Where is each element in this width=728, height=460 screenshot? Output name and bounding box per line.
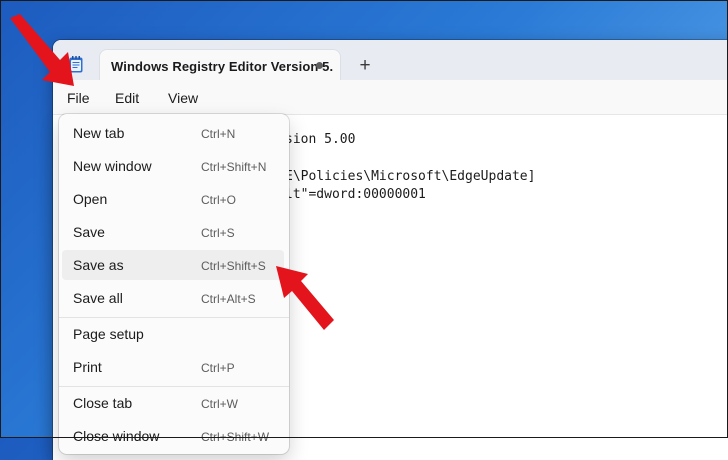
menu-item-open[interactable]: Open Ctrl+O (62, 184, 284, 214)
menu-item-page-setup[interactable]: Page setup (62, 319, 284, 349)
menu-item-label: Save (73, 224, 105, 240)
menu-item-shortcut: Ctrl+P (201, 361, 235, 375)
menu-separator (59, 386, 289, 387)
menu-item-new-tab[interactable]: New tab Ctrl+N (62, 118, 284, 148)
menu-item-label: New window (73, 158, 152, 174)
menu-item-shortcut: Ctrl+S (201, 226, 235, 240)
editor-line-3: lt"=dword:00000001 (285, 187, 426, 202)
menu-separator (59, 317, 289, 318)
menu-item-shortcut: Ctrl+W (201, 397, 238, 411)
menu-item-label: Close window (73, 428, 160, 444)
tab-title: Windows Registry Editor Version 5. (111, 59, 334, 74)
annotation-arrow-save-as-icon (276, 266, 334, 330)
menu-item-close-tab[interactable]: Close tab Ctrl+W (62, 388, 284, 418)
menu-item-shortcut: Ctrl+Alt+S (201, 292, 256, 306)
file-menu-dropdown: New tab Ctrl+N New window Ctrl+Shift+N O… (59, 114, 289, 454)
menu-item-shortcut: Ctrl+N (201, 127, 236, 141)
tab-document[interactable]: Windows Registry Editor Version 5. (100, 50, 340, 82)
menu-item-print[interactable]: Print Ctrl+P (62, 352, 284, 382)
modified-dot-icon[interactable] (316, 62, 323, 69)
menu-edit[interactable]: Edit (115, 90, 139, 106)
menu-item-new-window[interactable]: New window Ctrl+Shift+N (62, 151, 284, 181)
annotation-arrow-file-icon (10, 14, 74, 86)
menu-item-shortcut: Ctrl+O (201, 193, 237, 207)
menu-item-label: Page setup (73, 326, 144, 342)
menu-item-save-as[interactable]: Save as Ctrl+Shift+S (62, 250, 284, 280)
menu-item-label: Save as (73, 257, 124, 273)
title-bar: Windows Registry Editor Version 5. + (53, 40, 728, 82)
menu-item-label: Save all (73, 290, 123, 306)
menu-item-label: Close tab (73, 395, 133, 411)
menu-item-label: Print (73, 359, 102, 375)
menu-item-label: New tab (73, 125, 125, 141)
editor-line-2: E\Policies\Microsoft\EdgeUpdate] (285, 169, 536, 184)
menu-item-save[interactable]: Save Ctrl+S (62, 217, 284, 247)
menu-bar: File Edit View (53, 80, 728, 114)
editor-line-1: sion 5.00 (285, 132, 356, 147)
menu-item-close-window[interactable]: Close window Ctrl+Shift+W (62, 421, 284, 451)
new-tab-button[interactable]: + (353, 55, 377, 79)
menu-item-label: Open (73, 191, 108, 207)
menu-item-shortcut: Ctrl+Shift+S (201, 259, 266, 273)
menu-item-shortcut: Ctrl+Shift+W (201, 430, 270, 444)
menu-item-shortcut: Ctrl+Shift+N (201, 160, 267, 174)
menu-file[interactable]: File (67, 90, 90, 106)
menu-item-save-all[interactable]: Save all Ctrl+Alt+S (62, 283, 284, 313)
menu-view[interactable]: View (168, 90, 198, 106)
